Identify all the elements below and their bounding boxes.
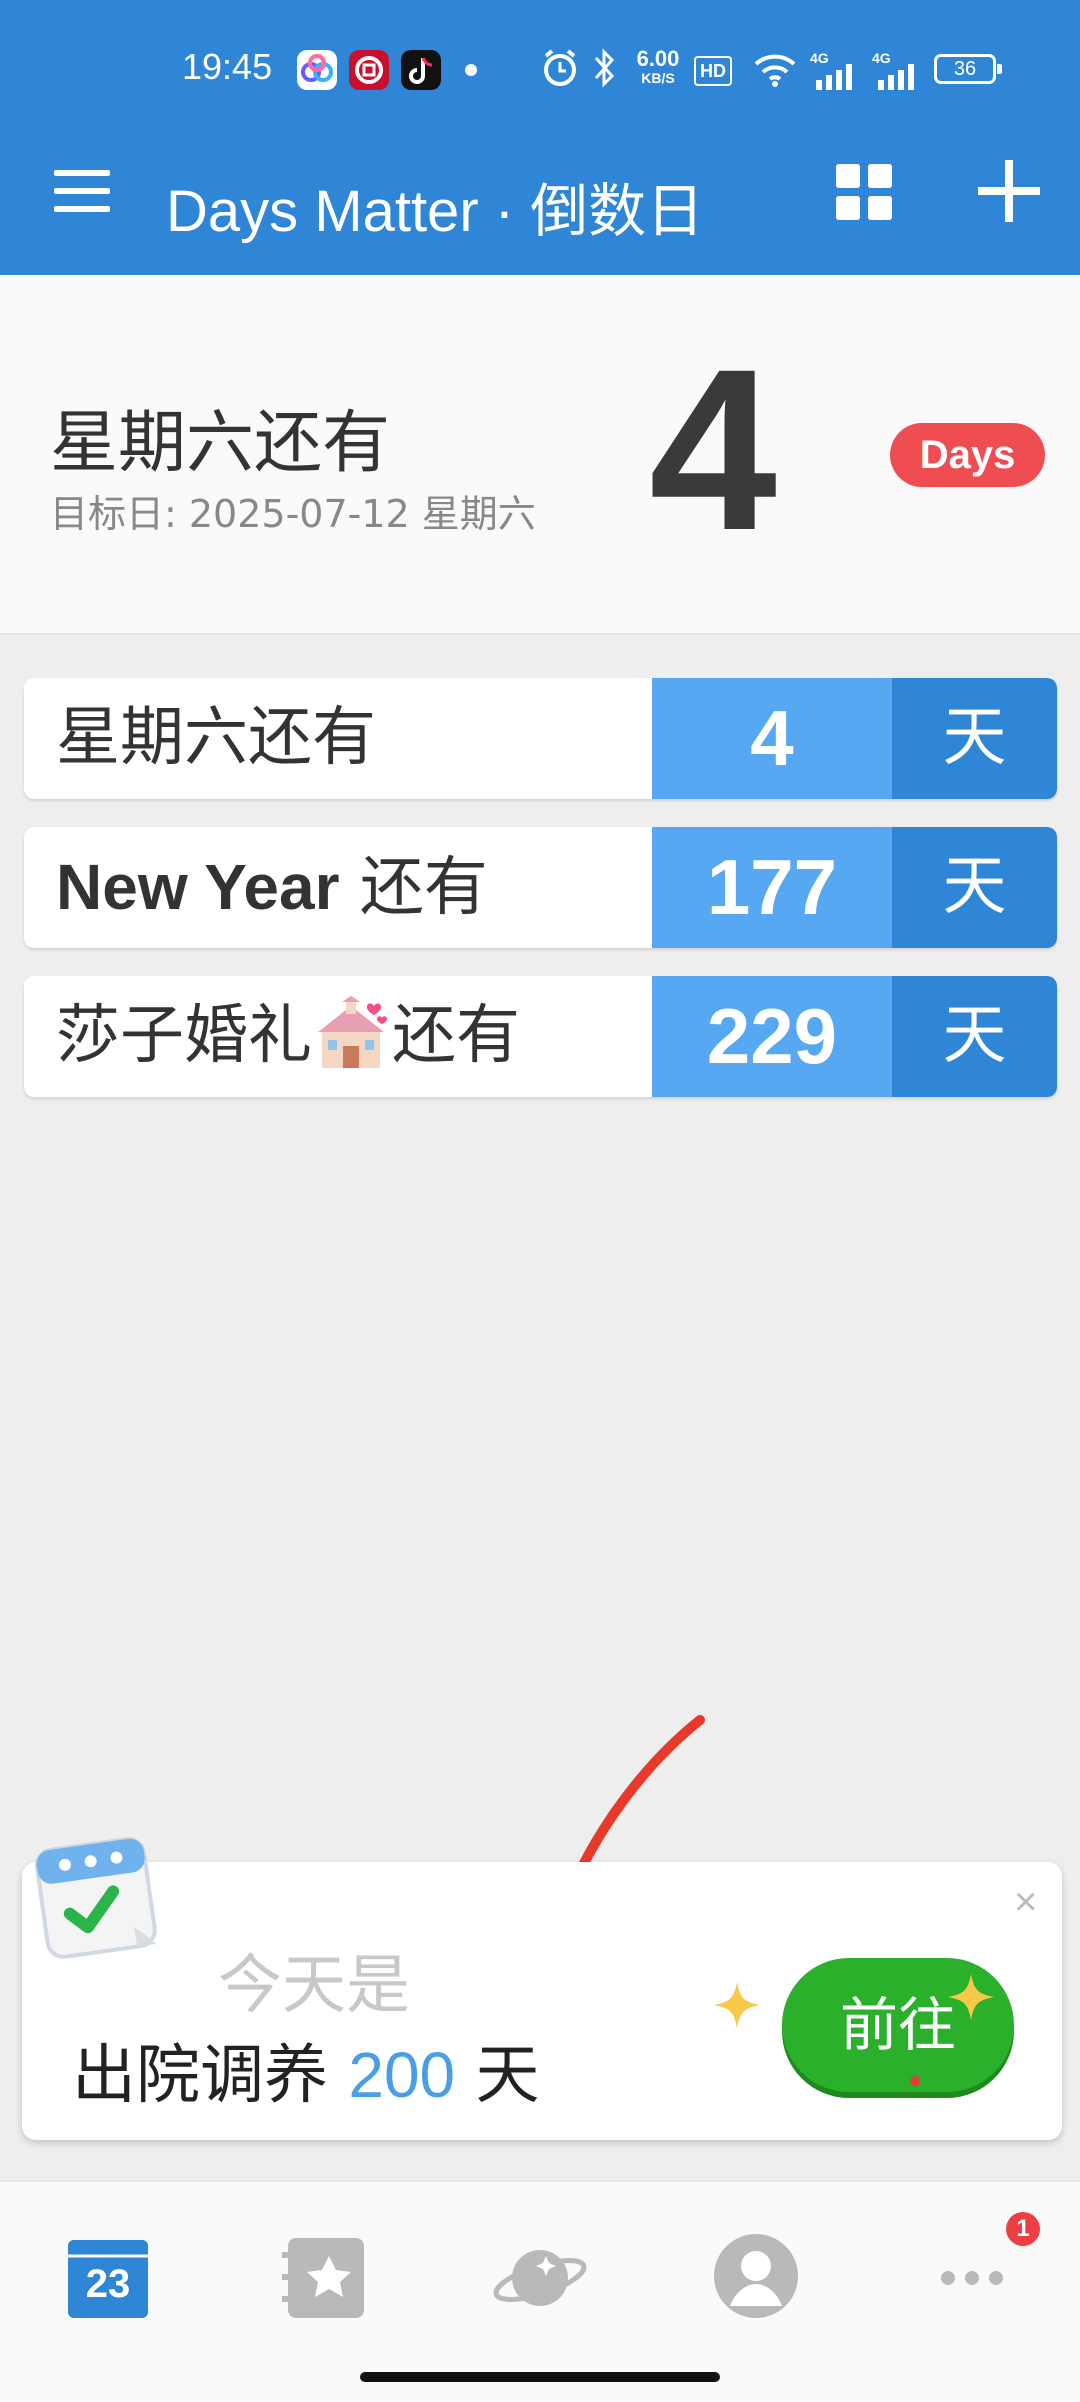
more-dots-icon — [941, 2271, 1003, 2285]
signal-sim1: 4G — [810, 50, 862, 90]
wedding-chapel-icon — [318, 996, 387, 1069]
event-label: 莎子婚礼 还有 — [56, 976, 520, 1097]
event-unit: 天 — [892, 827, 1057, 948]
event-list: 星期六还有 4 天 New Year 还有 177 天 莎子婚礼 还有 229 天 — [24, 678, 1057, 1125]
signal-sim2: 4G — [872, 50, 924, 90]
avatar-icon — [714, 2234, 798, 2318]
sparkle-icon — [714, 1982, 760, 2028]
sparkle-icon — [948, 1974, 994, 2020]
bank-app-icon — [349, 50, 389, 90]
battery-icon: 36 — [934, 54, 1002, 84]
more-notifications-dot — [465, 64, 477, 76]
header: 19:45 6.00 KB/S HD 4G 4G 36 Days Matter … — [0, 0, 1080, 275]
calendar-day-number: 23 — [85, 2262, 131, 2306]
popup-close-button[interactable]: × — [1014, 1880, 1037, 1925]
popup-message: 出院调养 200 天 — [72, 2039, 540, 2113]
status-bar: 19:45 6.00 KB/S HD 4G 4G 36 — [0, 0, 1080, 140]
nav-profile-tab[interactable] — [706, 2226, 806, 2326]
star-notebook-icon — [282, 2238, 364, 2318]
event-row[interactable]: New Year 还有 177 天 — [24, 827, 1057, 948]
event-row[interactable]: 星期六还有 4 天 — [24, 678, 1057, 799]
menu-icon — [54, 170, 110, 176]
nav-discover-tab[interactable] — [490, 2226, 590, 2326]
featured-event-count: 4 — [649, 321, 777, 578]
grid-icon — [836, 164, 860, 188]
bluetooth-icon — [594, 48, 615, 88]
event-count: 229 — [652, 976, 892, 1097]
home-indicator[interactable] — [360, 2372, 720, 2382]
featured-event-title: 星期六还有 — [50, 404, 391, 483]
event-unit: 天 — [892, 678, 1057, 799]
grid-view-button[interactable] — [836, 164, 892, 220]
featured-event-target-date: 目标日: 2025-07-12 星期六 — [50, 492, 536, 536]
menu-button[interactable] — [54, 170, 114, 230]
planet-icon — [493, 2250, 587, 2306]
event-label: 星期六还有 — [56, 701, 376, 775]
event-row[interactable]: 莎子婚礼 还有 229 天 — [24, 976, 1057, 1097]
today-popup-card[interactable]: 今天是 × 出院调养 200 天 前往 — [22, 1862, 1062, 2140]
wifi-icon — [754, 54, 796, 87]
calendar-check-icon — [34, 1836, 157, 1959]
event-unit: 天 — [892, 976, 1057, 1097]
tiktok-app-icon — [401, 50, 441, 90]
event-count: 4 — [652, 678, 892, 799]
event-label: New Year 还有 — [56, 851, 488, 925]
hd-voice-icon: HD — [694, 56, 732, 86]
popup-hint: 今天是 — [218, 1949, 410, 2023]
app-title: Days Matter · 倒数日 — [166, 179, 705, 244]
nav-calendar-tab[interactable]: 23 — [58, 2226, 158, 2326]
add-event-button[interactable] — [978, 160, 1040, 222]
notification-dot — [910, 2076, 920, 2086]
event-count: 177 — [652, 827, 892, 948]
alarm-icon — [544, 49, 576, 86]
network-speed: 6.00 KB/S — [636, 46, 680, 87]
bottom-navigation: 23 — [0, 2180, 1080, 2402]
notification-app-icon — [297, 50, 337, 90]
days-badge: Days — [890, 423, 1045, 487]
app-bar: Days Matter · 倒数日 — [0, 140, 1080, 275]
nav-favorites-tab[interactable] — [274, 2226, 374, 2326]
more-notification-badge: 1 — [1006, 2212, 1040, 2246]
featured-event[interactable]: 星期六还有 目标日: 2025-07-12 星期六 4 Days — [0, 275, 1080, 635]
status-time: 19:45 — [182, 46, 273, 87]
nav-more-tab[interactable] — [922, 2226, 1022, 2326]
